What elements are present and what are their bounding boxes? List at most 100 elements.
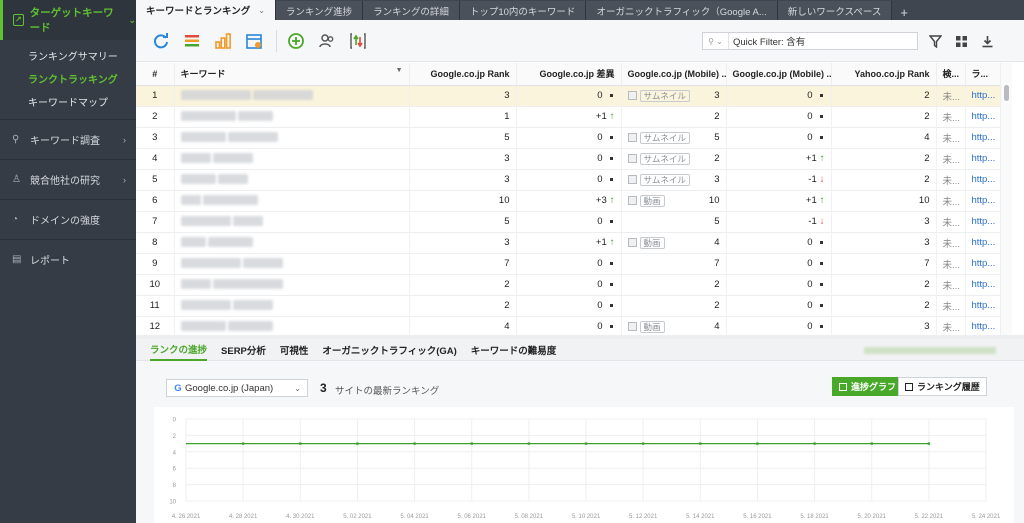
bar-chart-button[interactable] bbox=[212, 30, 234, 52]
keyword-cell[interactable] bbox=[174, 190, 410, 212]
table-row[interactable]: 4 3 0 サムネイル 2 +1 ↑ 2 未... http... bbox=[136, 148, 1000, 170]
refresh-button[interactable] bbox=[150, 30, 172, 52]
landing-url-link[interactable]: http... bbox=[965, 253, 1000, 275]
tab-ranking-details[interactable]: ランキングの詳細 bbox=[363, 1, 460, 20]
keyword-cell[interactable] bbox=[174, 211, 410, 233]
google-diff: +3 ↑ bbox=[516, 190, 622, 212]
table-scrollbar[interactable] bbox=[1000, 63, 1012, 335]
filter-icon[interactable] bbox=[926, 32, 944, 50]
table-row[interactable]: 5 3 0 サムネイル 3 -1 ↓ 2 未... http... bbox=[136, 169, 1000, 191]
tab-keyword-difficulty[interactable]: キーワードの難易度 bbox=[471, 339, 557, 361]
row-number: 3 bbox=[136, 127, 175, 149]
keyword-cell[interactable] bbox=[174, 274, 410, 296]
series-point bbox=[356, 442, 359, 445]
keyword-cell[interactable] bbox=[174, 106, 410, 128]
columns-button[interactable] bbox=[181, 30, 203, 52]
table-row[interactable]: 3 5 0 サムネイル 5 0 4 未... http... bbox=[136, 127, 1000, 149]
landing-url-link[interactable]: http... bbox=[965, 316, 1000, 335]
sidebar: ↗ ターゲットキーワード ⌄ ランキングサマリー ランクトラッキング キーワード… bbox=[0, 0, 136, 523]
download-icon[interactable] bbox=[978, 32, 996, 50]
detail-tabs: ランクの進捗 SERP分析 可視性 オーガニックトラフィック(GA) キーワード… bbox=[136, 339, 1024, 361]
series-point bbox=[813, 442, 816, 445]
landing-url-link[interactable]: http... bbox=[965, 127, 1000, 149]
table-row[interactable]: 8 3 +1 ↑ 動画 4 0 3 未... http... bbox=[136, 232, 1000, 254]
competitors-button[interactable] bbox=[316, 30, 338, 52]
add-tab-icon[interactable]: + bbox=[892, 5, 916, 20]
table-row[interactable]: 1 3 0 サムネイル 3 0 2 未... http... bbox=[136, 85, 1000, 107]
rank-progress-chart: 0 2 4 6 8 10 4. 26 2021 4. 28 2021 4. 30 2021 5. … bbox=[154, 407, 1014, 523]
table-row[interactable]: 11 2 0 2 0 2 未... http... bbox=[136, 295, 1000, 317]
schedule-button[interactable] bbox=[243, 30, 265, 52]
search-dropdown-icon[interactable]: ⚲ ⌄ bbox=[703, 33, 729, 49]
col-header-search[interactable]: 検... bbox=[936, 63, 966, 86]
tab-new-workspace[interactable]: 新しいワークスペース bbox=[777, 1, 893, 20]
tab-keywords-and-rankings[interactable]: キーワードとランキング ⌄ bbox=[136, 0, 276, 20]
table-row[interactable]: 2 1 +1 ↑ 2 0 2 未... http... bbox=[136, 106, 1000, 128]
x-tick-label: 5. 24 2021 bbox=[972, 514, 1001, 520]
table-row[interactable]: 12 4 0 動画 4 0 3 未... http... bbox=[136, 316, 1000, 335]
col-header-google-rank[interactable]: Google.co.jp Rank bbox=[409, 63, 517, 86]
keyword-cell[interactable] bbox=[174, 127, 410, 149]
col-header-keyword[interactable]: キーワード ▼ bbox=[174, 63, 410, 86]
sidebar-section-competitor-research[interactable]: ♙ 競合他社の研究 › bbox=[0, 159, 136, 199]
tab-organic-traffic-ga[interactable]: オーガニックトラフィック(GA) bbox=[322, 339, 456, 361]
no-change-icon bbox=[609, 261, 613, 265]
tab-serp-analysis[interactable]: SERP分析 bbox=[221, 339, 266, 361]
sidebar-section-keyword-research[interactable]: ⚲ キーワード調査 › bbox=[0, 119, 136, 159]
sidebar-item-keyword-map[interactable]: キーワードマップ bbox=[0, 90, 136, 113]
keyword-cell[interactable] bbox=[174, 148, 410, 170]
keyword-cell[interactable] bbox=[174, 232, 410, 254]
table-row[interactable]: 6 10 +3 ↑ 動画 10 +1 ↑ 10 未... http... bbox=[136, 190, 1000, 212]
google-diff: 0 bbox=[516, 295, 622, 317]
diff-value: 0 bbox=[597, 174, 603, 185]
keyword-cell[interactable] bbox=[174, 295, 410, 317]
sort-button[interactable] bbox=[347, 30, 369, 52]
landing-url-link[interactable]: http... bbox=[965, 295, 1000, 317]
row-number: 9 bbox=[136, 253, 175, 275]
table-row[interactable]: 9 7 0 7 0 7 未... http... bbox=[136, 253, 1000, 275]
progress-graph-button[interactable]: 進捗グラフ bbox=[832, 377, 904, 396]
search-engine-select[interactable]: G Google.co.jp (Japan) ⌄ bbox=[166, 379, 308, 397]
sidebar-item-ranking-summary[interactable]: ランキングサマリー bbox=[0, 44, 136, 67]
col-header-mobile-rank[interactable]: Google.co.jp (Mobile) ... bbox=[621, 63, 727, 86]
y-tick-label: 2 bbox=[173, 434, 177, 440]
ranking-history-button[interactable]: ランキング履歴 bbox=[898, 377, 987, 396]
sidebar-item-rank-tracking[interactable]: ランクトラッキング bbox=[0, 67, 136, 90]
grid-view-icon[interactable] bbox=[952, 32, 970, 50]
scrollbar-thumb[interactable] bbox=[1004, 85, 1009, 101]
tab-rank-progress[interactable]: ランクの進捗 bbox=[150, 339, 208, 361]
landing-url-link[interactable]: http... bbox=[965, 148, 1000, 170]
search-status: 未... bbox=[936, 274, 966, 296]
landing-url-link[interactable]: http... bbox=[965, 106, 1000, 128]
sidebar-section-domain-strength[interactable]: ◔ ドメインの強度 bbox=[0, 199, 136, 239]
table-row[interactable]: 10 2 0 2 0 2 未... http... bbox=[136, 274, 1000, 296]
col-header-landing[interactable]: ラ... bbox=[965, 63, 1000, 86]
keyword-cell[interactable] bbox=[174, 169, 410, 191]
tab-top10-keywords[interactable]: トップ10内のキーワード bbox=[459, 1, 587, 20]
tab-organic-traffic[interactable]: オーガニックトラフィック（Google A... bbox=[586, 1, 778, 20]
col-header-yahoo-rank[interactable]: Yahoo.co.jp Rank bbox=[831, 63, 937, 86]
quick-filter-input[interactable]: ⚲ ⌄ Quick Filter: 含有 bbox=[702, 32, 918, 50]
sidebar-section-reports[interactable]: ▤ レポート bbox=[0, 239, 136, 279]
keyword-cell[interactable] bbox=[174, 253, 410, 275]
col-header-mobile-diff[interactable]: Google.co.jp (Mobile) ... bbox=[726, 63, 832, 86]
keyword-cell[interactable] bbox=[174, 316, 410, 335]
landing-url-link[interactable]: http... bbox=[965, 85, 1000, 107]
sidebar-head-target-keywords[interactable]: ↗ ターゲットキーワード ⌄ bbox=[0, 0, 136, 40]
serp-feature-label: サムネイル bbox=[639, 131, 690, 144]
landing-url-link[interactable]: http... bbox=[965, 211, 1000, 233]
landing-url-link[interactable]: http... bbox=[965, 169, 1000, 191]
landing-url-link[interactable]: http... bbox=[965, 190, 1000, 212]
tab-visibility[interactable]: 可視性 bbox=[280, 339, 309, 361]
col-header-google-diff[interactable]: Google.co.jp 差異 bbox=[516, 63, 622, 86]
landing-url-link[interactable]: http... bbox=[965, 274, 1000, 296]
table-row[interactable]: 7 5 0 5 -1 ↓ 3 未... http... bbox=[136, 211, 1000, 233]
landing-url-link[interactable]: http... bbox=[965, 232, 1000, 254]
col-header-number[interactable]: # bbox=[136, 63, 175, 86]
keyword-cell[interactable] bbox=[174, 85, 410, 107]
add-keyword-button[interactable] bbox=[285, 30, 307, 52]
y-tick-label: 8 bbox=[173, 483, 177, 489]
tab-ranking-progress[interactable]: ランキング進捗 bbox=[275, 1, 364, 20]
diff-value: +1 bbox=[595, 111, 607, 122]
google-rank: 3 bbox=[409, 148, 517, 170]
